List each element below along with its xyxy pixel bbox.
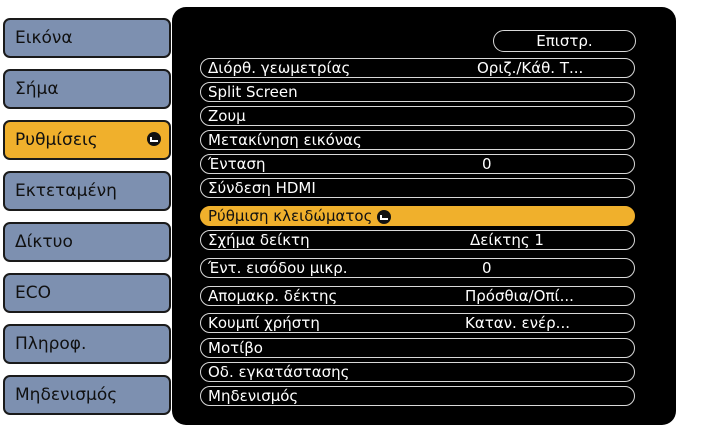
sidebar-item-label: Εκτεταμένη	[15, 181, 117, 201]
sidebar-item-signal[interactable]: Σήμα	[3, 69, 171, 109]
menu-item-label: Μοτίβο	[208, 339, 263, 357]
sidebar-item-label: Εικόνα	[15, 28, 73, 48]
menu-item-value: Πρόσθια/Οπί...	[465, 287, 574, 305]
sidebar-item-image[interactable]: Εικόνα	[3, 18, 171, 58]
enter-icon	[147, 132, 161, 146]
menu-item-value: 0	[482, 259, 492, 277]
menu-item-label: Σύνδεση HDMI	[208, 179, 316, 197]
enter-icon	[377, 209, 392, 224]
menu-item-image-shift[interactable]: Μετακίνηση εικόνας	[200, 130, 635, 150]
menu-item-geometry-correction[interactable]: Διόρθ. γεωμετρίας Οριζ./Κάθ. Τ...	[200, 58, 635, 78]
menu-item-label: Οδ. εγκατάστασης	[208, 363, 350, 381]
menu-item-label: Ένταση	[208, 155, 266, 173]
menu-item-label: Ζουμ	[208, 107, 246, 125]
menu-item-value: 0	[482, 155, 492, 173]
menu-item-label: Κουμπί χρήστη	[208, 314, 320, 332]
sidebar-item-info[interactable]: Πληροφ.	[3, 324, 171, 364]
menu-item-remote-receiver[interactable]: Απομακρ. δέκτης Πρόσθια/Οπί...	[200, 286, 635, 306]
row-outline	[200, 106, 635, 126]
menu-item-label: Ρύθμιση κλειδώματος	[208, 206, 392, 226]
sidebar-item-label: Σήμα	[15, 79, 59, 99]
menu-item-mic-input-level[interactable]: Έντ. εισόδου μικρ. 0	[200, 258, 635, 278]
menu-item-lock-setting[interactable]: Ρύθμιση κλειδώματος	[200, 206, 635, 226]
menu-item-split-screen[interactable]: Split Screen	[200, 82, 635, 102]
menu-item-label: Split Screen	[208, 83, 298, 101]
back-button[interactable]: Επιστρ.	[493, 30, 636, 52]
sidebar-item-extended[interactable]: Εκτεταμένη	[3, 171, 171, 211]
sidebar-item-label: Δίκτυο	[15, 232, 73, 252]
menu-item-label: Απομακρ. δέκτης	[208, 287, 338, 305]
row-outline	[200, 338, 635, 358]
menu-item-value: Δείκτης 1	[470, 231, 544, 249]
sidebar-item-label: Μηδενισμός	[15, 385, 118, 405]
menu-item-label: Μηδενισμός	[208, 387, 299, 405]
menu-item-user-button[interactable]: Κουμπί χρήστη Καταν. ενέρ...	[200, 313, 635, 333]
menu-item-label: Σχήμα δείκτη	[208, 231, 310, 249]
sidebar-item-reset[interactable]: Μηδενισμός	[3, 375, 171, 415]
menu-item-value: Καταν. ενέρ...	[465, 314, 570, 332]
menu-item-zoom[interactable]: Ζουμ	[200, 106, 635, 126]
menu-item-label: Διόρθ. γεωμετρίας	[208, 59, 351, 77]
sidebar-item-label: Πληροφ.	[15, 334, 87, 354]
sidebar-item-label: Ρυθμίσεις	[15, 130, 98, 150]
menu-item-label: Έντ. εισόδου μικρ.	[208, 259, 348, 277]
menu-item-pattern[interactable]: Μοτίβο	[200, 338, 635, 358]
sidebar-item-settings[interactable]: Ρυθμίσεις	[3, 120, 171, 160]
menu-item-pointer-shape[interactable]: Σχήμα δείκτη Δείκτης 1	[200, 230, 635, 250]
menu-item-label: Μετακίνηση εικόνας	[208, 131, 362, 149]
sidebar-item-network[interactable]: Δίκτυο	[3, 222, 171, 262]
menu-item-installation-guide[interactable]: Οδ. εγκατάστασης	[200, 362, 635, 382]
menu-item-hdmi-link[interactable]: Σύνδεση HDMI	[200, 178, 635, 198]
sidebar-item-label: ECO	[15, 283, 51, 303]
sidebar-item-eco[interactable]: ECO	[3, 273, 171, 313]
menu-item-value: Οριζ./Κάθ. Τ...	[477, 59, 584, 77]
menu-item-reset[interactable]: Μηδενισμός	[200, 386, 635, 406]
sidebar: Εικόνα Σήμα Ρυθμίσεις Εκτεταμένη Δίκτυο …	[0, 0, 188, 431]
menu-item-volume[interactable]: Ένταση 0	[200, 154, 635, 174]
